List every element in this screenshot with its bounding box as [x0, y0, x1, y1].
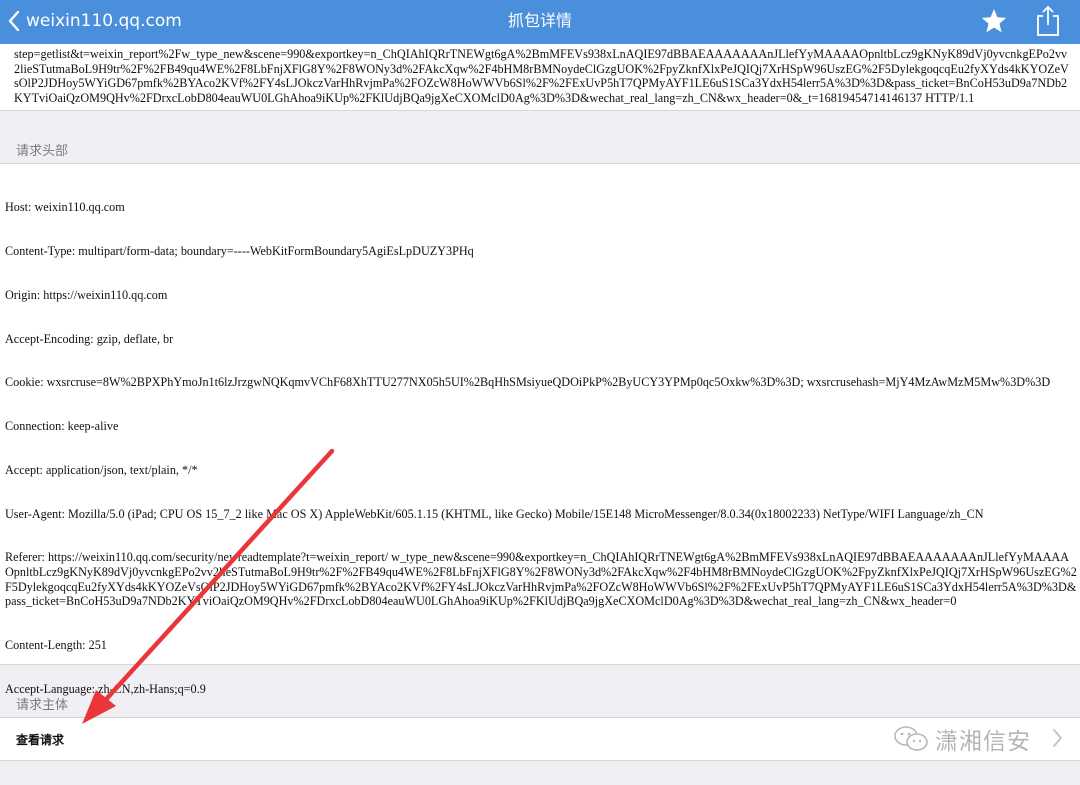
header-line: Origin: https://weixin110.qq.com [5, 287, 168, 302]
request-headers-text: Host: weixin110.qq.com Content-Type: mul… [5, 171, 1077, 726]
header-line: Host: weixin110.qq.com [5, 200, 125, 215]
header-line: User-Agent: Mozilla/5.0 (iPad; CPU OS 15… [5, 506, 984, 521]
request-headers-section-label: 请求头部 [16, 144, 69, 159]
request-body-section-label: 请求主体 [16, 698, 69, 713]
chevron-right-icon[interactable] [1052, 728, 1064, 748]
request-line-text: step=getlist&t=weixin_report%2Fw_type_ne… [14, 47, 1069, 105]
header-line: Content-Type: multipart/form-data; bound… [5, 243, 474, 258]
watermark: 潇湘信安 [893, 722, 1031, 756]
header-line: Accept: application/json, text/plain, */… [5, 462, 198, 477]
header-line: Accept-Encoding: gzip, deflate, br [5, 331, 174, 346]
watermark-text: 潇湘信安 [935, 729, 1031, 755]
share-icon[interactable] [1036, 5, 1060, 37]
navigation-bar: weixin110.qq.com 抓包详情 [0, 0, 1080, 44]
view-request-label: 查看请求 [16, 733, 65, 747]
page-title: 抓包详情 [507, 11, 572, 30]
header-line: Connection: keep-alive [5, 419, 119, 434]
header-line: Cookie: wxsrcruse=8W%2BPXPhYmoJn1t6lzJrz… [5, 375, 1051, 390]
star-icon[interactable] [980, 7, 1008, 35]
wechat-icon [894, 726, 928, 751]
header-line: Referer: https://weixin110.qq.com/securi… [5, 550, 1077, 609]
header-line: Accept-Language: zh-CN,zh-Hans;q=0.9 [5, 681, 206, 696]
header-line: Content-Length: 251 [5, 638, 107, 652]
request-headers-block: Host: weixin110.qq.com Content-Type: mul… [0, 163, 1080, 696]
request-line-block: step=getlist&t=weixin_report%2Fw_type_ne… [0, 44, 1080, 111]
